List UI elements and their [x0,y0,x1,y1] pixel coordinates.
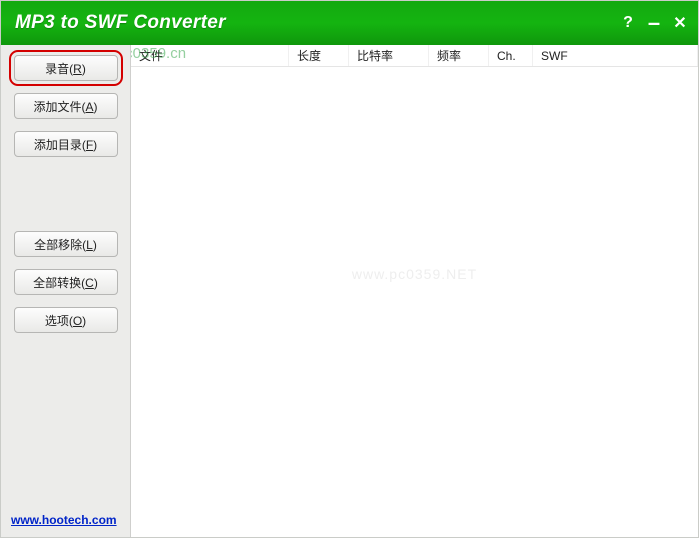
col-header-length[interactable]: 长度 [289,45,349,66]
vendor-link[interactable]: www.hootech.com [11,513,117,527]
col-header-bitrate[interactable]: 比特率 [349,45,429,66]
window-title: MP3 to SWF Converter [15,12,226,34]
vendor-link-row: www.hootech.com [11,513,117,527]
col-header-frequency[interactable]: 频率 [429,45,489,66]
sidebar-spacer [9,169,122,231]
convert-all-button[interactable]: 全部转换(C) [14,269,118,295]
app-window: 河东软件园 www.pc0359.cn MP3 to SWF Converter… [0,0,699,538]
minimize-button[interactable]: – [646,15,662,31]
options-button-label: 选项(O) [45,312,86,329]
convert-all-button-label: 全部转换(C) [33,274,98,291]
record-button-label: 录音(R) [45,60,86,77]
close-button[interactable]: ✕ [672,15,688,31]
sidebar: 录音(R) 添加文件(A) 添加目录(F) 全部移除(L) 全部转换(C) 选项… [1,45,131,537]
add-folder-button[interactable]: 添加目录(F) [14,131,118,157]
col-header-channels[interactable]: Ch. [489,45,533,66]
window-controls: ? – ✕ [620,15,688,31]
window-body: 录音(R) 添加文件(A) 添加目录(F) 全部移除(L) 全部转换(C) 选项… [1,45,698,537]
col-header-file[interactable]: 文件 [131,45,289,66]
center-watermark: www.pc0359.NET [352,266,477,282]
main-panel: 文件 长度 比特率 频率 Ch. SWF www.pc0359.NET [131,45,698,537]
options-button[interactable]: 选项(O) [14,307,118,333]
table-header: 文件 长度 比特率 频率 Ch. SWF [131,45,698,67]
record-button[interactable]: 录音(R) [14,55,118,81]
add-folder-button-label: 添加目录(F) [34,136,97,153]
remove-all-button-label: 全部移除(L) [34,236,97,253]
help-button[interactable]: ? [620,15,636,31]
remove-all-button[interactable]: 全部移除(L) [14,231,118,257]
file-list-area[interactable]: www.pc0359.NET [131,67,698,537]
add-file-button-label: 添加文件(A) [33,98,97,115]
col-header-swf[interactable]: SWF [533,45,698,66]
add-file-button[interactable]: 添加文件(A) [14,93,118,119]
titlebar: MP3 to SWF Converter ? – ✕ [1,1,698,45]
